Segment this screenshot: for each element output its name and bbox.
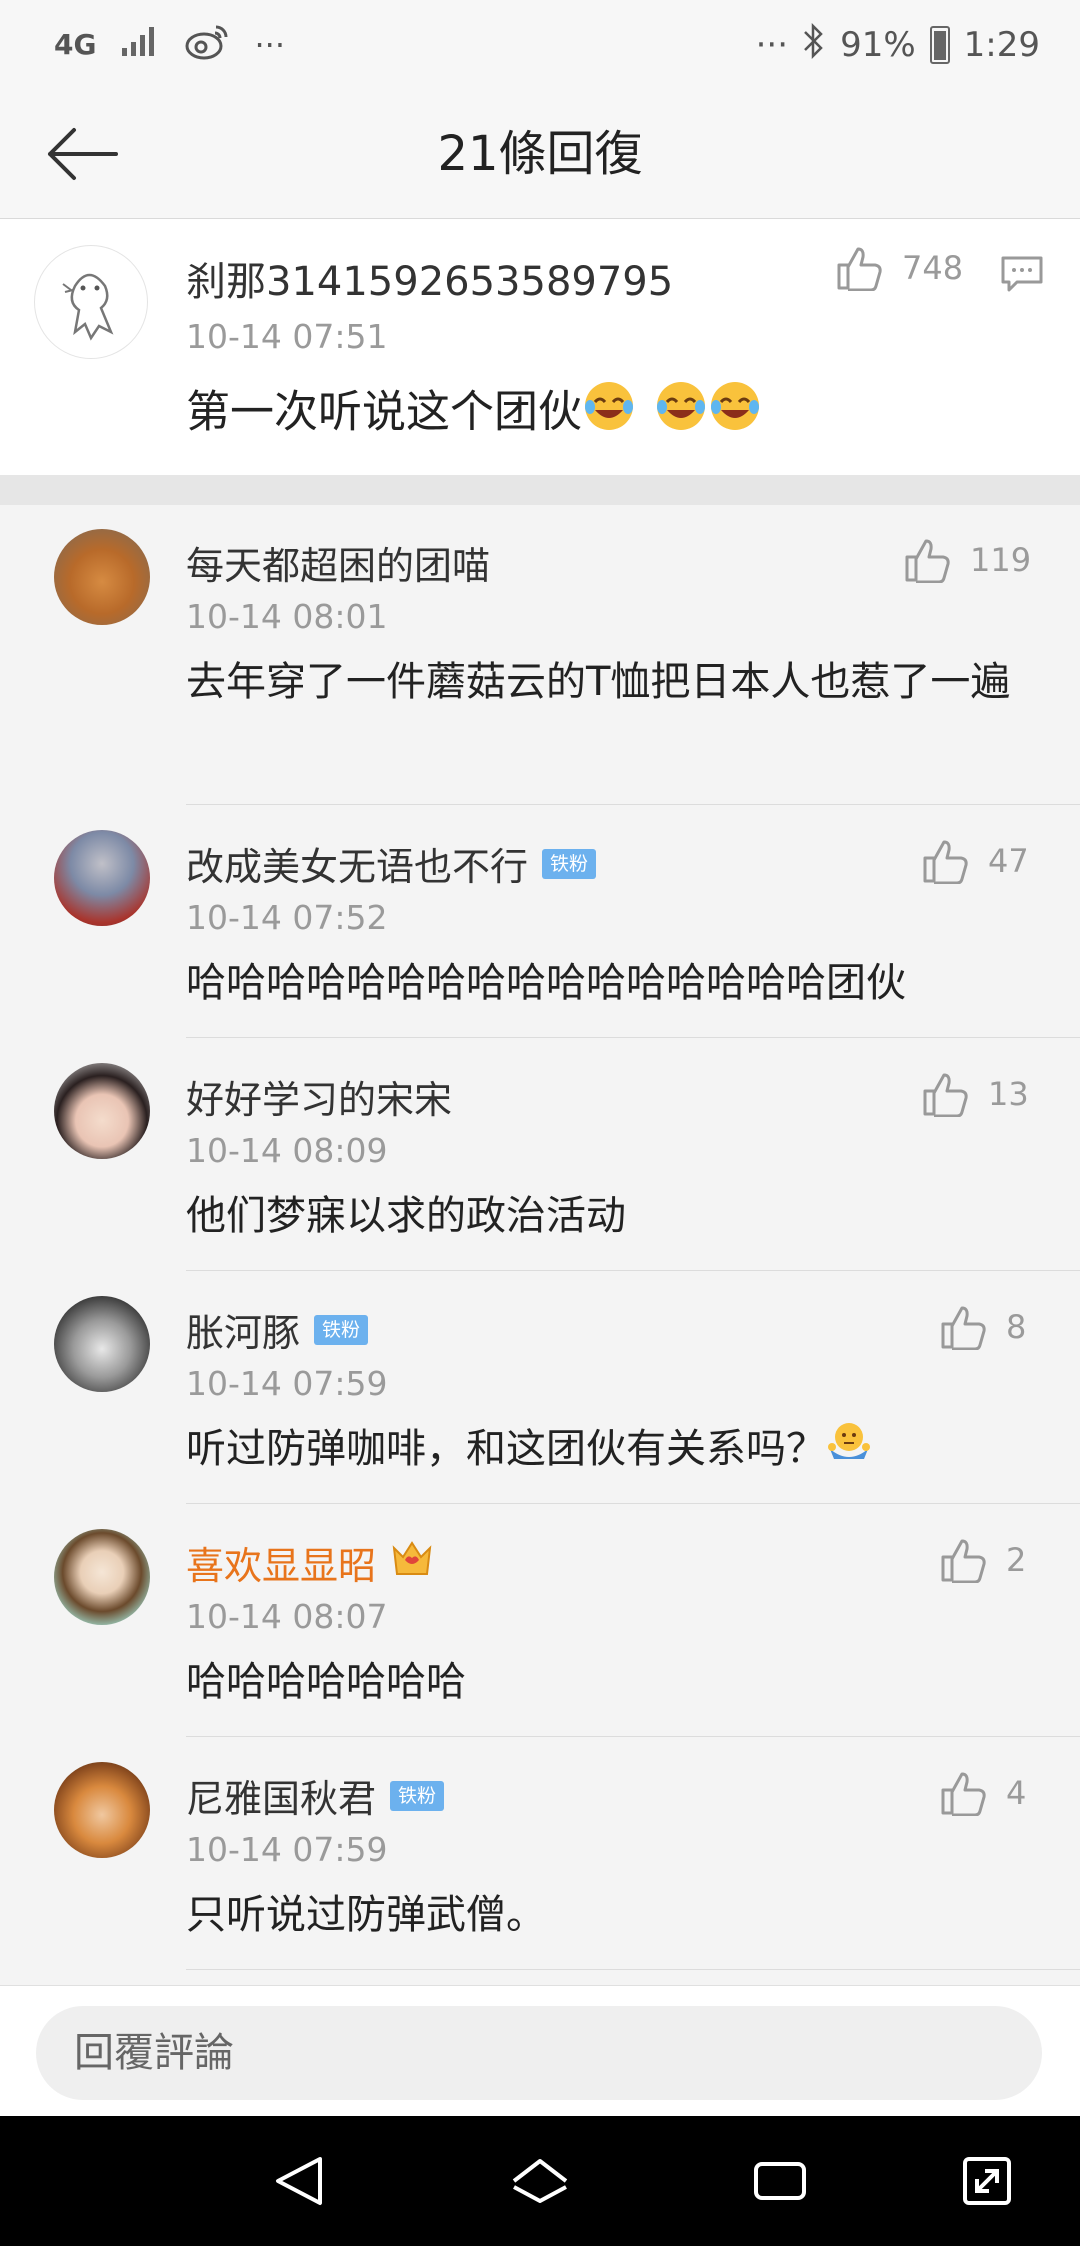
main-comment-time: 10-14 07:51 [186, 317, 388, 356]
thumbs-up-icon [941, 1539, 986, 1583]
nav-back-button[interactable] [265, 2151, 335, 2211]
reply-item: 改成美女无语也不行 铁粉 10-14 07:52 哈哈哈哈哈哈哈哈哈哈哈哈哈哈哈… [0, 806, 1080, 1038]
thumbs-up-icon [905, 539, 950, 583]
avatar[interactable] [54, 1296, 150, 1392]
like-button[interactable]: 8 [940, 1304, 1026, 1350]
reply-time: 10-14 08:07 [186, 1597, 388, 1636]
reply-username[interactable]: 改成美女无语也不行 铁粉 [186, 836, 597, 891]
reply-text: 去年穿了一件蘑菇云的T恤把日本人也惹了一遍 [186, 659, 1011, 705]
reply-username[interactable]: 胀河豚 铁粉 [186, 1302, 369, 1357]
reply-time: 10-14 07:59 [186, 1830, 388, 1869]
comment-icon [1001, 256, 1043, 292]
bluetooth-icon [802, 22, 826, 68]
avatar[interactable] [54, 1762, 150, 1858]
fan-badge: 铁粉 [542, 848, 597, 879]
reply-username[interactable]: 喜欢显显昭 [186, 1535, 434, 1590]
like-button[interactable]: 13 [922, 1071, 1029, 1117]
like-button[interactable]: 47 [922, 838, 1029, 884]
signal-icon [120, 24, 160, 66]
network-type: 4G [54, 28, 97, 61]
divider [186, 1270, 1080, 1271]
reply-input[interactable] [36, 2006, 1042, 2100]
reply-username[interactable]: 每天都超困的团喵 [186, 535, 490, 590]
main-like-button[interactable]: 748 [836, 245, 963, 291]
reply-item: 尼雅国秋君 铁粉 10-14 07:59 只听说过防弹武僧。 4 [0, 1738, 1080, 1970]
status-more-right: ··· [755, 25, 789, 65]
weibo-icon [184, 22, 230, 68]
nav-back-icon [276, 2157, 322, 2205]
clock: 1:29 [963, 25, 1040, 65]
main-comment-text: 第一次听说这个团伙 [186, 379, 762, 450]
section-divider [0, 475, 1080, 505]
reply-time: 10-14 08:09 [186, 1131, 388, 1170]
reply-time: 10-14 07:59 [186, 1364, 388, 1403]
avatar[interactable] [54, 1529, 150, 1625]
nav-expand-icon [963, 2157, 1011, 2205]
nav-recents-button[interactable] [745, 2151, 815, 2211]
divider [186, 1969, 1080, 1970]
avatar[interactable] [54, 529, 150, 625]
status-more-left: ··· [254, 26, 285, 64]
thumbs-up-icon [923, 840, 968, 884]
thumbs-up-icon [837, 247, 882, 291]
reply-text: 哈哈哈哈哈哈哈 [186, 1659, 466, 1705]
divider [186, 1503, 1080, 1504]
like-button[interactable]: 4 [940, 1770, 1026, 1816]
divider [186, 1736, 1080, 1737]
laughing-emoji-icon [582, 379, 762, 450]
reply-item: 胀河豚 铁粉 10-14 07:59 听过防弹咖啡，和这团伙有关系吗？ 8 [0, 1272, 1080, 1504]
reply-input-bar [0, 1985, 1080, 2116]
reply-text: 听过防弹咖啡，和这团伙有关系吗？ [186, 1418, 1056, 1483]
nav-recents-icon [754, 2162, 806, 2200]
divider [186, 1037, 1080, 1038]
thumbs-up-icon [941, 1306, 986, 1350]
back-arrow-icon [48, 128, 118, 180]
reply-username[interactable]: 好好学习的宋宋 [186, 1069, 452, 1124]
fan-badge: 铁粉 [314, 1314, 369, 1345]
like-button[interactable]: 119 [904, 537, 1031, 583]
nav-home-button[interactable] [505, 2151, 575, 2211]
back-button[interactable] [40, 114, 124, 194]
reply-text: 只听说过防弹武僧。 [186, 1892, 546, 1938]
reply-comment-button[interactable] [1000, 255, 1044, 299]
status-bar: 4G ··· ··· 91% 1:29 [0, 0, 1080, 90]
nav-home-icon [512, 2159, 568, 2203]
reply-item: 好好学习的宋宋 10-14 08:09 他们梦寐以求的政治活动 13 [0, 1039, 1080, 1271]
main-comment-username[interactable]: 刹那3141592653589795 [186, 249, 673, 307]
reply-item: 喜欢显显昭 10-14 08:07 哈哈哈哈哈哈哈 2 [0, 1505, 1080, 1737]
like-button[interactable]: 2 [940, 1537, 1026, 1583]
reply-text: 他们梦寐以求的政治活动 [186, 1193, 626, 1239]
system-nav-bar [0, 2116, 1080, 2246]
reply-time: 10-14 07:52 [186, 898, 388, 937]
reply-text: 哈哈哈哈哈哈哈哈哈哈哈哈哈哈哈哈团伙 [186, 960, 906, 1006]
battery-icon [929, 26, 950, 64]
fan-badge: 铁粉 [390, 1780, 445, 1811]
thumbs-up-icon [941, 1772, 986, 1816]
thumbs-up-icon [923, 1073, 968, 1117]
crown-icon [390, 1538, 434, 1587]
battery-percent: 91% [840, 25, 916, 65]
divider [186, 804, 1080, 805]
page-title: 21條回復 [437, 126, 643, 182]
nav-expand-button[interactable] [952, 2151, 1022, 2211]
avatar[interactable] [34, 245, 148, 359]
reply-item: 每天都超困的团喵 10-14 08:01 去年穿了一件蘑菇云的T恤把日本人也惹了… [0, 505, 1080, 805]
main-comment: 刹那3141592653589795 10-14 07:51 第一次听说这个团伙… [0, 219, 1080, 475]
reply-time: 10-14 08:01 [186, 597, 388, 636]
avatar[interactable] [54, 1063, 150, 1159]
avatar[interactable] [54, 830, 150, 926]
reply-username[interactable]: 尼雅国秋君 铁粉 [186, 1768, 445, 1823]
header-bar: 21條回復 [0, 90, 1080, 219]
shrug-emoji-icon [826, 1419, 872, 1483]
